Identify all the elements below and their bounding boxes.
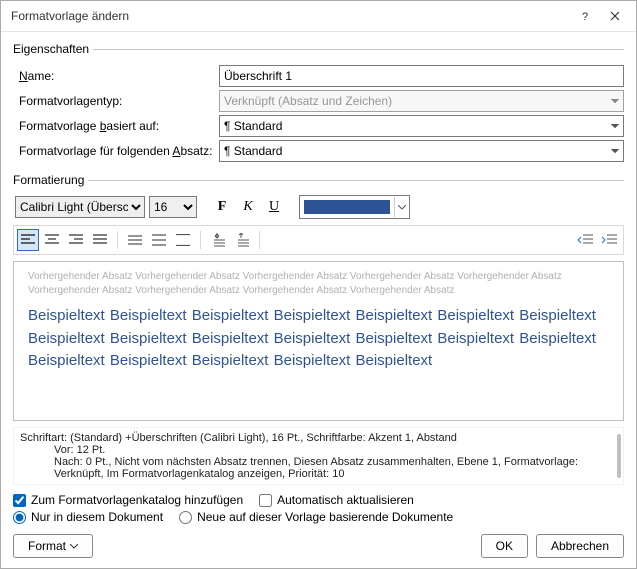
name-input[interactable] [219, 65, 624, 87]
based-on-label: Formatvorlage basiert auf: [13, 119, 219, 133]
svg-text:?: ? [582, 11, 588, 22]
bold-button[interactable]: F [211, 196, 233, 218]
space-before-increase-button[interactable] [207, 229, 229, 251]
chevron-down-icon [70, 544, 78, 549]
preview-sample-text: Beispieltext Beispieltext Beispieltext B… [28, 305, 609, 373]
next-paragraph-label: Formatvorlage für folgenden Absatz: [13, 144, 219, 158]
font-name-select[interactable]: Calibri Light (Überschriften) [15, 196, 145, 218]
formatting-group: Formatierung Calibri Light (Überschrifte… [13, 173, 624, 485]
line-spacing-1-5-button[interactable] [148, 229, 170, 251]
align-right-button[interactable] [65, 229, 87, 251]
color-swatch [304, 200, 390, 214]
scrollbar-icon[interactable] [617, 434, 621, 478]
chevron-down-icon [394, 197, 409, 217]
preview-box: Vorhergehender Absatz Vorhergehender Abs… [13, 261, 624, 421]
formatting-legend: Formatierung [13, 173, 88, 187]
paragraph-toolbar [13, 225, 624, 255]
desc-line-1: Schriftart: (Standard) +Überschriften (C… [20, 432, 617, 444]
titlebar: Formatvorlage ändern ? [1, 1, 636, 32]
cancel-button[interactable]: Abbrechen [536, 534, 624, 558]
align-center-button[interactable] [41, 229, 63, 251]
underline-button[interactable]: U [263, 196, 285, 218]
align-justify-button[interactable] [89, 229, 111, 251]
format-menu-button[interactable]: Format [13, 534, 93, 558]
name-label: Name: [13, 69, 219, 83]
based-on-select[interactable]: ¶ Standard [219, 115, 624, 137]
style-description: Schriftart: (Standard) +Überschriften (C… [13, 427, 624, 485]
font-color-picker[interactable] [299, 195, 410, 219]
modify-style-dialog: Formatvorlage ändern ? Eigenschaften Nam… [0, 0, 637, 569]
dialog-title: Formatvorlage ändern [11, 9, 570, 23]
italic-button[interactable]: K [237, 196, 259, 218]
only-this-document-radio[interactable]: Nur in diesem Dokument [13, 510, 163, 524]
indent-increase-button[interactable] [598, 229, 620, 251]
properties-group: Eigenschaften Name: Formatvorlagentyp: V… [13, 42, 624, 165]
preview-previous-paragraph: Vorhergehender Absatz Vorhergehender Abs… [28, 270, 609, 297]
line-spacing-1-button[interactable] [124, 229, 146, 251]
type-label: Formatvorlagentyp: [13, 94, 219, 108]
type-select: Verknüpft (Absatz und Zeichen) [219, 90, 624, 112]
next-paragraph-select[interactable]: ¶ Standard [219, 140, 624, 162]
auto-update-checkbox[interactable]: Automatisch aktualisieren [259, 493, 414, 507]
close-button[interactable] [600, 4, 630, 28]
font-size-select[interactable]: 16 [149, 196, 197, 218]
indent-decrease-button[interactable] [574, 229, 596, 251]
new-docs-radio[interactable]: Neue auf dieser Vorlage basierende Dokum… [179, 510, 453, 524]
space-before-decrease-button[interactable] [231, 229, 253, 251]
add-to-catalog-checkbox[interactable]: Zum Formatvorlagenkatalog hinzufügen [13, 493, 243, 507]
ok-button[interactable]: OK [481, 534, 528, 558]
line-spacing-2-button[interactable] [172, 229, 194, 251]
desc-line-3: Nach: 0 Pt., Nicht vom nächsten Absatz t… [20, 456, 617, 480]
align-left-button[interactable] [17, 229, 39, 251]
help-button[interactable]: ? [570, 4, 600, 28]
properties-legend: Eigenschaften [13, 42, 93, 56]
desc-line-2: Vor: 12 Pt. [20, 444, 617, 456]
